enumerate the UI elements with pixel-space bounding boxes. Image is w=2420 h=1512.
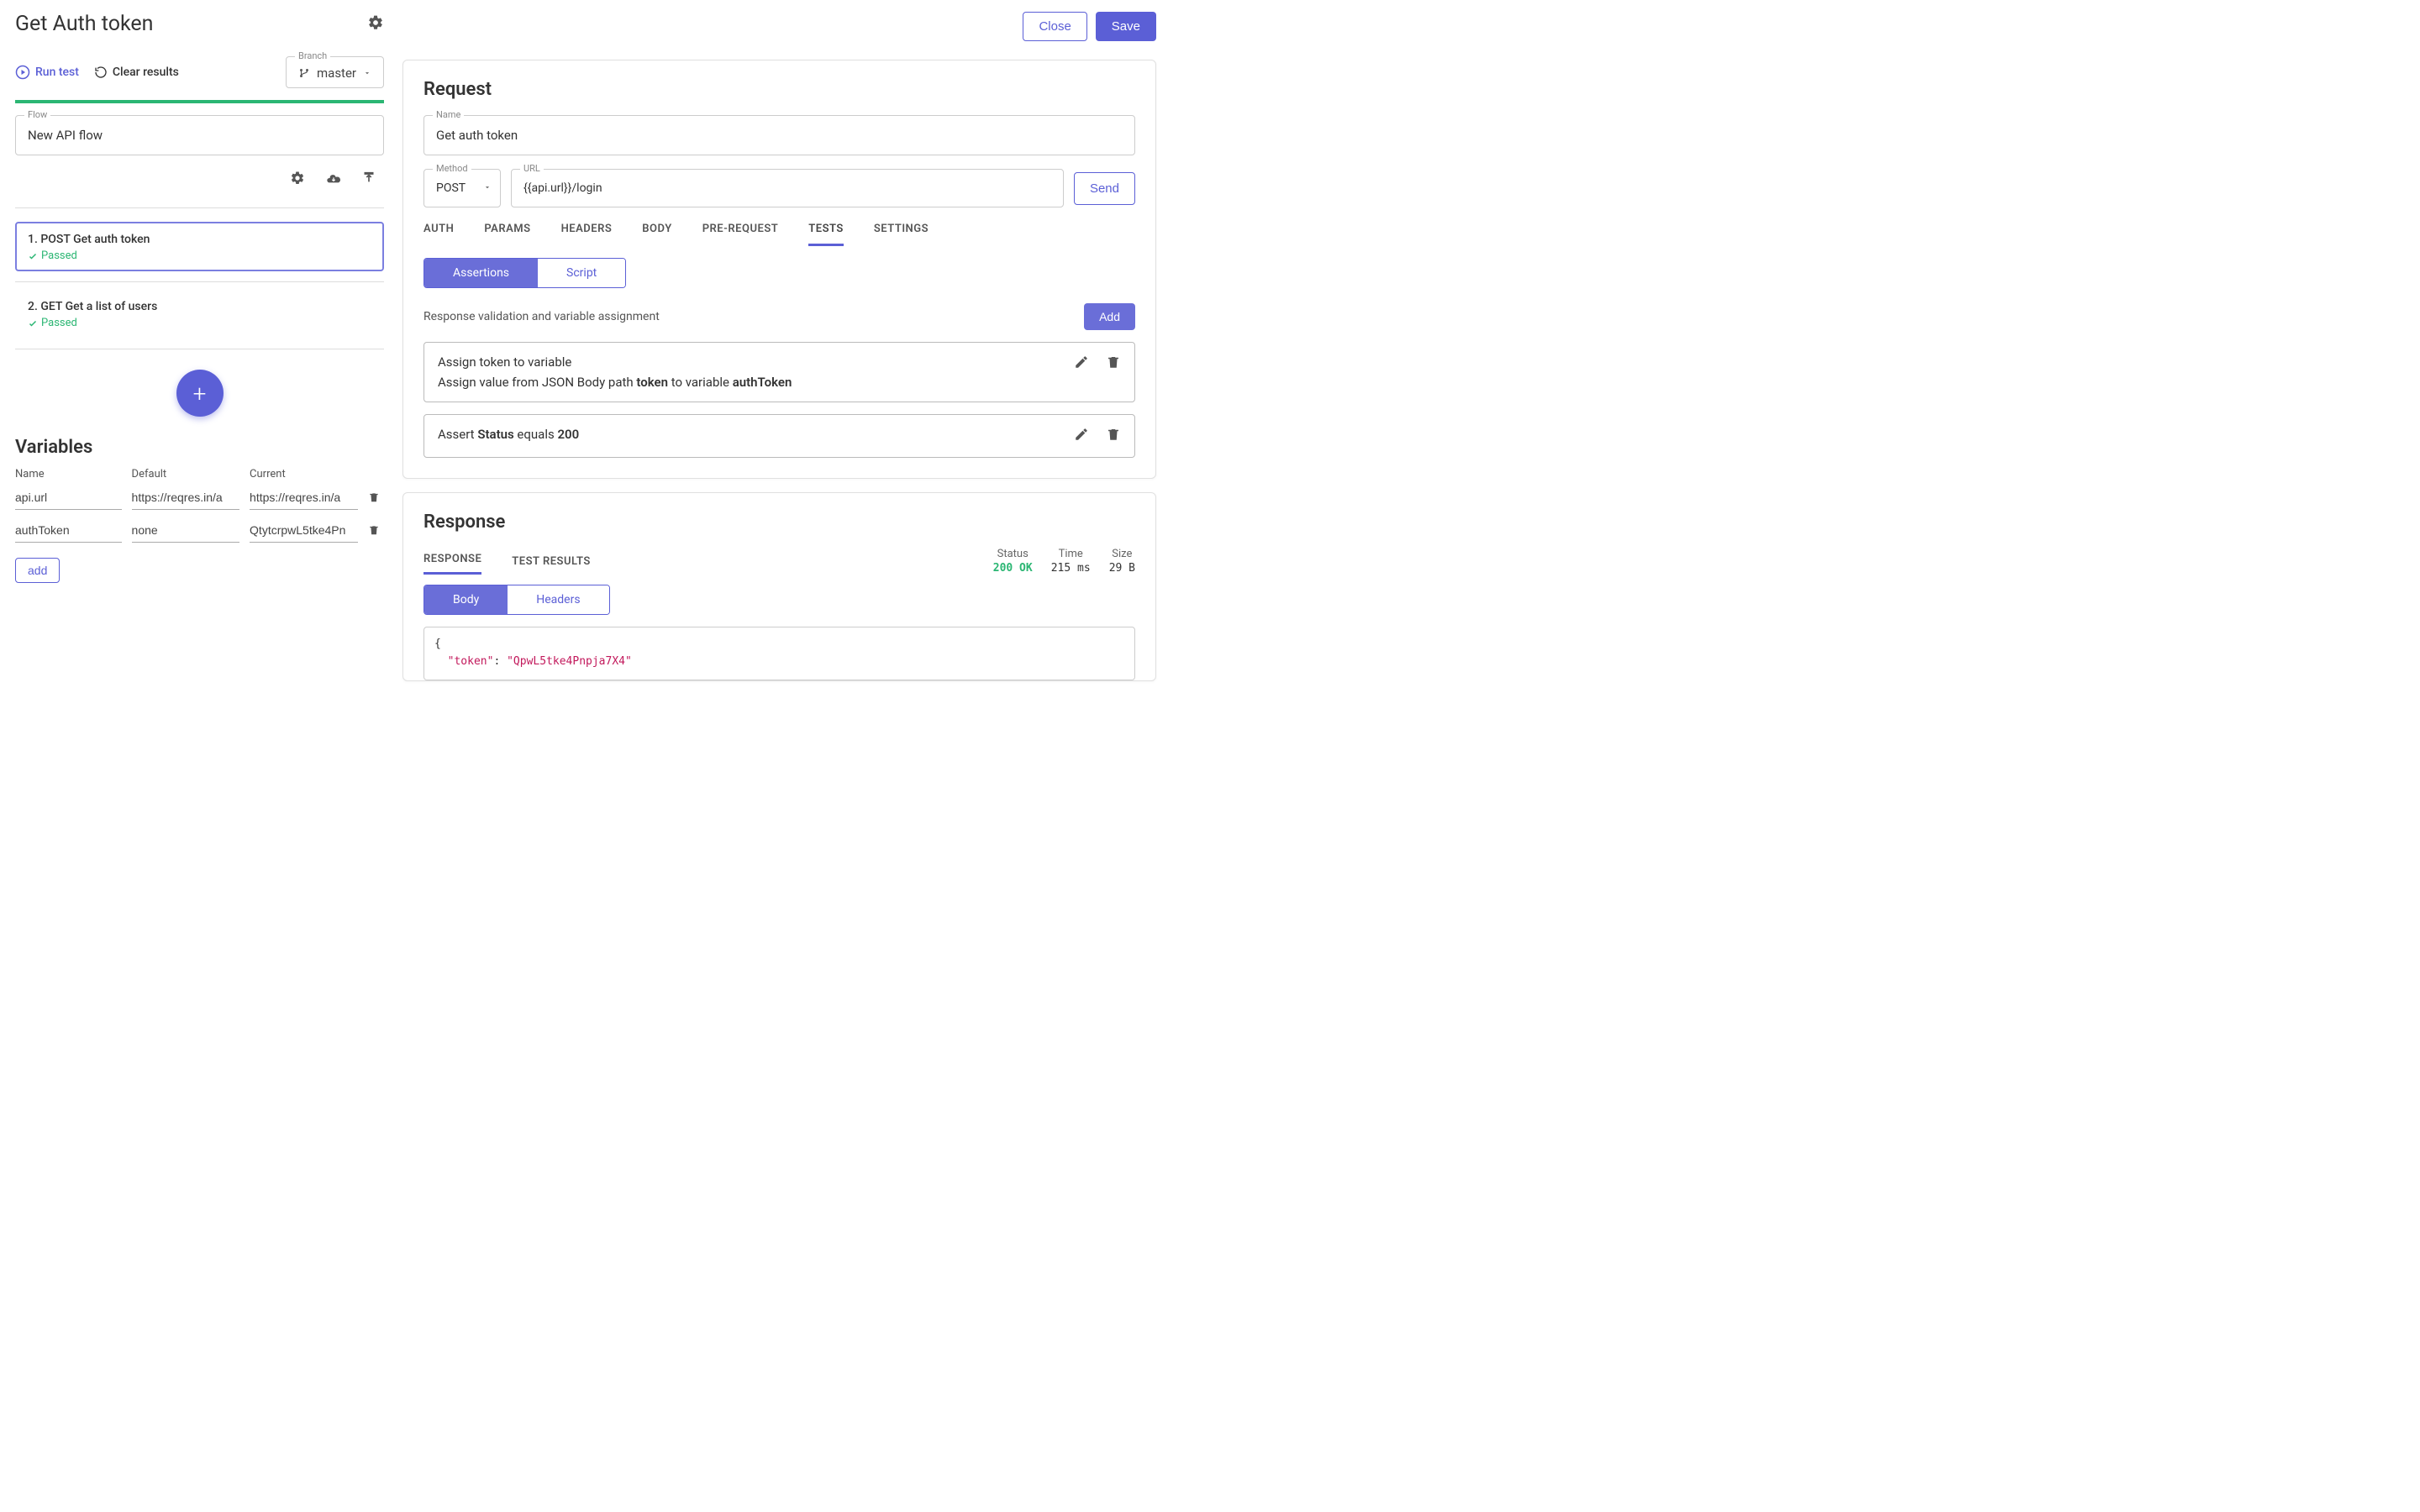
check-icon bbox=[28, 318, 38, 328]
trash-icon[interactable] bbox=[1106, 354, 1121, 373]
step-2[interactable]: 2. GET Get a list of users Passed bbox=[15, 289, 384, 339]
time-value: 215 ms bbox=[1051, 562, 1091, 575]
status-label: Status bbox=[997, 548, 1028, 560]
var-default-input[interactable] bbox=[132, 520, 240, 543]
variable-row bbox=[15, 487, 384, 510]
check-icon bbox=[28, 251, 38, 261]
assertion-description: Assign value from JSON Body path token t… bbox=[438, 375, 1074, 390]
chevron-down-icon bbox=[483, 181, 492, 195]
col-current-header: Current bbox=[250, 468, 358, 480]
edit-icon[interactable] bbox=[1074, 427, 1089, 445]
step-status: Passed bbox=[28, 317, 371, 329]
assertion-item: Assign token to variable Assign value fr… bbox=[424, 342, 1135, 402]
run-test-button[interactable]: Run test bbox=[15, 65, 79, 80]
flow-field[interactable]: Flow New API flow bbox=[15, 115, 384, 155]
col-name-header: Name bbox=[15, 468, 122, 480]
method-field-label: Method bbox=[433, 163, 471, 174]
response-tab-test-results[interactable]: TEST RESULTS bbox=[512, 555, 591, 575]
request-panel: Request Name Get auth token Method POST … bbox=[402, 60, 1156, 479]
assertion-description: Assert Status equals 200 bbox=[438, 427, 1074, 442]
clear-results-label: Clear results bbox=[113, 66, 179, 79]
col-default-header: Default bbox=[132, 468, 240, 480]
time-label: Time bbox=[1059, 548, 1083, 560]
run-test-label: Run test bbox=[35, 66, 79, 79]
body-tab[interactable]: Body bbox=[424, 585, 508, 614]
size-value: 29 B bbox=[1109, 562, 1135, 575]
close-button[interactable]: Close bbox=[1023, 12, 1086, 41]
name-field-label: Name bbox=[433, 109, 464, 120]
size-label: Size bbox=[1112, 548, 1132, 560]
add-step-button[interactable]: + bbox=[176, 370, 224, 417]
gear-icon[interactable] bbox=[290, 171, 305, 191]
save-button[interactable]: Save bbox=[1096, 12, 1156, 41]
cloud-download-icon[interactable] bbox=[325, 171, 342, 191]
var-current-input[interactable] bbox=[250, 520, 358, 543]
response-panel: Response RESPONSE TEST RESULTS Status 20… bbox=[402, 492, 1156, 681]
tab-settings[interactable]: SETTINGS bbox=[874, 223, 929, 246]
var-name-input[interactable] bbox=[15, 520, 122, 543]
response-tab-response[interactable]: RESPONSE bbox=[424, 553, 481, 575]
upload-icon[interactable] bbox=[362, 171, 376, 191]
url-field-label: URL bbox=[520, 163, 544, 174]
plus-icon: + bbox=[193, 380, 207, 407]
gear-icon[interactable] bbox=[367, 14, 384, 34]
send-button[interactable]: Send bbox=[1074, 172, 1135, 205]
branch-field-label: Branch bbox=[295, 50, 330, 61]
headers-tab[interactable]: Headers bbox=[508, 585, 608, 614]
clear-results-button[interactable]: Clear results bbox=[94, 66, 179, 79]
method-select[interactable]: Method POST bbox=[424, 169, 501, 207]
url-field[interactable]: URL {{api.url}}/login bbox=[511, 169, 1064, 207]
request-title: Request bbox=[424, 79, 1135, 100]
subtab-assertions[interactable]: Assertions bbox=[424, 259, 538, 287]
flow-field-label: Flow bbox=[24, 109, 50, 120]
tab-params[interactable]: PARAMS bbox=[484, 223, 530, 246]
variable-row bbox=[15, 520, 384, 543]
name-value: Get auth token bbox=[436, 128, 1123, 143]
var-name-input[interactable] bbox=[15, 487, 122, 510]
page-title: Get Auth token bbox=[15, 12, 153, 36]
branch-select[interactable]: Branch master bbox=[286, 56, 384, 88]
trash-icon[interactable] bbox=[368, 526, 380, 539]
response-title: Response bbox=[424, 512, 1135, 533]
chevron-down-icon bbox=[363, 69, 371, 77]
add-variable-button[interactable]: add bbox=[15, 558, 60, 583]
tab-pre-request[interactable]: PRE-REQUEST bbox=[702, 223, 779, 246]
add-assertion-button[interactable]: Add bbox=[1084, 303, 1135, 330]
assertion-section-text: Response validation and variable assignm… bbox=[424, 310, 660, 323]
tab-auth[interactable]: AUTH bbox=[424, 223, 454, 246]
trash-icon[interactable] bbox=[368, 493, 380, 507]
tab-body[interactable]: BODY bbox=[642, 223, 671, 246]
edit-icon[interactable] bbox=[1074, 354, 1089, 373]
url-value: {{api.url}}/login bbox=[523, 181, 1051, 195]
variables-title: Variables bbox=[15, 437, 384, 458]
branch-value: master bbox=[317, 66, 356, 81]
tab-headers[interactable]: HEADERS bbox=[561, 223, 613, 246]
status-value: 200 OK bbox=[993, 562, 1033, 575]
flow-value: New API flow bbox=[28, 128, 371, 143]
step-1[interactable]: 1. POST Get auth token Passed bbox=[15, 222, 384, 271]
branch-icon bbox=[298, 67, 310, 79]
var-default-input[interactable] bbox=[132, 487, 240, 510]
step-status: Passed bbox=[28, 249, 371, 262]
response-body: { "token": "QpwL5tke4Pnpja7X4" bbox=[424, 627, 1135, 680]
trash-icon[interactable] bbox=[1106, 427, 1121, 445]
progress-bar bbox=[15, 100, 384, 103]
assertion-title: Assign token to variable bbox=[438, 354, 1074, 370]
assertion-item: Assert Status equals 200 bbox=[424, 414, 1135, 458]
tab-tests[interactable]: TESTS bbox=[808, 223, 844, 246]
name-field[interactable]: Name Get auth token bbox=[424, 115, 1135, 155]
step-title: 2. GET Get a list of users bbox=[28, 300, 371, 313]
step-title: 1. POST Get auth token bbox=[28, 233, 371, 246]
method-value: POST bbox=[436, 181, 466, 195]
subtab-script[interactable]: Script bbox=[538, 259, 625, 287]
var-current-input[interactable] bbox=[250, 487, 358, 510]
